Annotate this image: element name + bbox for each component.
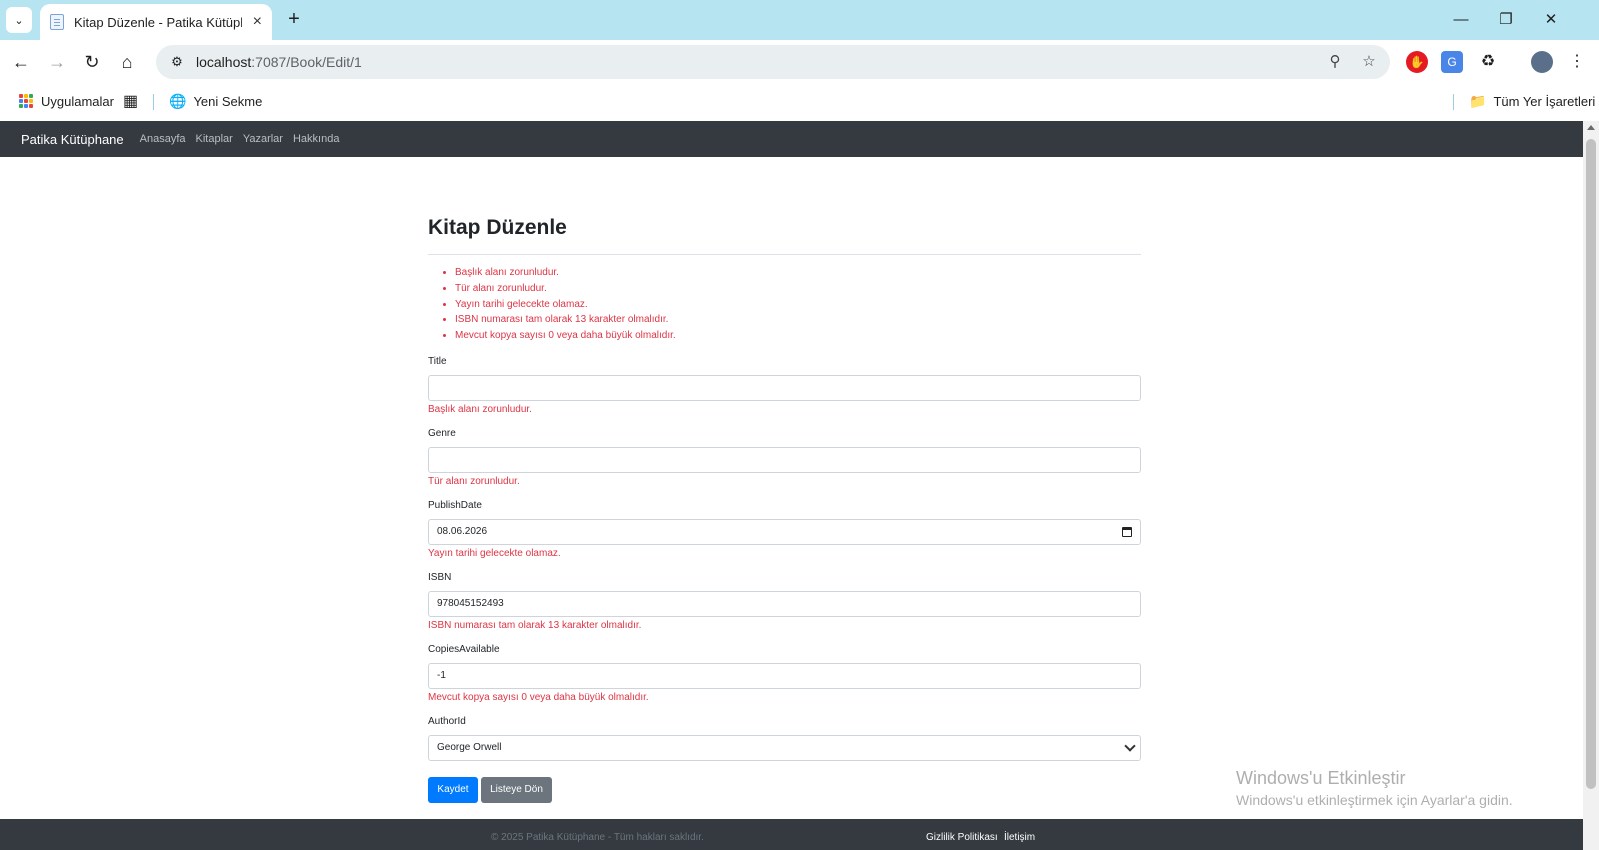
restore-icon[interactable]: ❐: [1491, 8, 1521, 32]
bookmark-new-tab-label: Yeni Sekme: [193, 93, 263, 109]
all-bookmarks-label: Tüm Yer İşaretleri: [1493, 93, 1596, 109]
footer-privacy-link[interactable]: Gizlilik Politikası: [926, 832, 998, 843]
footer-copyright: © 2025 Patika Kütüphane - Tüm hakları sa…: [491, 832, 704, 843]
author-label: AuthorId: [428, 715, 466, 727]
all-bookmarks[interactable]: 📁 Tüm Yer İşaretleri: [1469, 91, 1595, 111]
summary-error: Mevcut kopya sayısı 0 veya daha büyük ol…: [455, 328, 1141, 344]
bookmarks-bar: Uygulamalar ▦ 🌐 Yeni Sekme 📁 Tüm Yer İşa…: [0, 84, 1599, 118]
edit-book-form: Kitap Düzenle Başlık alanı zorunludur. T…: [428, 216, 1141, 803]
bookmark-apps[interactable]: Uygulamalar: [19, 91, 114, 111]
tab-groups-icon[interactable]: ▦: [123, 91, 138, 111]
tab-bar: ⌄ Kitap Düzenle - Patika Kütüphane × + —…: [0, 0, 1599, 40]
summary-error: Başlık alanı zorunludur.: [455, 265, 1141, 281]
extensions-icon[interactable]: ♻: [1477, 51, 1499, 73]
genre-error: Tür alanı zorunludur.: [428, 475, 520, 487]
publish-date-input[interactable]: 08.06.2026: [428, 518, 1141, 545]
tab-title: Kitap Düzenle - Patika Kütüphane: [74, 14, 242, 30]
minimize-icon[interactable]: —: [1446, 8, 1476, 32]
page-viewport: Patika Kütüphane Anasayfa Kitaplar Yazar…: [0, 121, 1583, 850]
bookmark-divider: [1453, 94, 1454, 110]
translate-extension-icon[interactable]: G: [1441, 51, 1463, 73]
bookmark-divider: [153, 94, 154, 110]
validation-summary: Başlık alanı zorunludur. Tür alanı zorun…: [428, 265, 1141, 344]
scroll-up-arrow-icon[interactable]: [1587, 125, 1595, 130]
chevron-down-icon: [1124, 740, 1136, 752]
calendar-icon[interactable]: [1122, 526, 1132, 537]
bookmark-apps-label: Uygulamalar: [41, 93, 114, 109]
divider: [428, 254, 1141, 255]
address-bar[interactable]: ⚙ localhost:7087/Book/Edit/1 ⚲ ☆: [156, 45, 1390, 79]
zoom-icon[interactable]: ⚲: [1324, 51, 1346, 73]
summary-error: ISBN numarası tam olarak 13 karakter olm…: [455, 312, 1141, 328]
isbn-error: ISBN numarası tam olarak 13 karakter olm…: [428, 619, 642, 631]
new-tab-button[interactable]: +: [282, 8, 306, 32]
tab-search-button[interactable]: ⌄: [6, 7, 32, 33]
publish-date-error: Yayın tarihi gelecekte olamaz.: [428, 547, 561, 559]
star-icon[interactable]: ☆: [1358, 51, 1380, 73]
footer-contact-link[interactable]: İletişim: [1004, 832, 1035, 843]
author-select[interactable]: George Orwell: [428, 734, 1141, 761]
nav-link-about[interactable]: Hakkında: [293, 133, 339, 145]
form-actions: Kaydet Listeye Dön: [428, 776, 1141, 803]
profile-avatar[interactable]: [1531, 51, 1553, 73]
isbn-label: ISBN: [428, 571, 452, 583]
forward-arrow-icon[interactable]: →: [45, 50, 69, 74]
title-input[interactable]: [428, 374, 1141, 401]
url-text[interactable]: localhost:7087/Book/Edit/1: [196, 54, 362, 70]
home-icon[interactable]: ⌂: [115, 50, 139, 74]
title-label: Title: [428, 355, 447, 367]
apps-grid-icon: [19, 94, 33, 108]
windows-activation-watermark: Windows'u Etkinleştir Windows'u etkinleş…: [1236, 768, 1513, 808]
folder-icon: 📁: [1469, 92, 1487, 109]
chevron-down-icon: ⌄: [14, 14, 24, 27]
isbn-input[interactable]: 978045152493: [428, 590, 1141, 617]
title-error: Başlık alanı zorunludur.: [428, 403, 532, 415]
adblock-extension-icon[interactable]: ✋: [1406, 51, 1428, 73]
navbar-brand[interactable]: Patika Kütüphane: [21, 132, 124, 147]
close-icon[interactable]: ×: [253, 13, 262, 31]
copies-error: Mevcut kopya sayısı 0 veya daha büyük ol…: [428, 691, 649, 703]
publish-date-label: PublishDate: [428, 499, 482, 511]
page-title: Kitap Düzenle: [428, 216, 567, 239]
watermark-subtitle: Windows'u etkinleştirmek için Ayarlar'a …: [1236, 792, 1513, 808]
author-selected-value: George Orwell: [437, 742, 502, 754]
scrollbar-thumb[interactable]: [1586, 139, 1596, 789]
site-info-icon[interactable]: ⚙: [166, 51, 188, 73]
menu-dots-icon[interactable]: ⋮: [1566, 51, 1588, 73]
summary-error: Yayın tarihi gelecekte olamaz.: [455, 297, 1141, 313]
nav-link-authors[interactable]: Yazarlar: [243, 133, 283, 145]
publish-date-value: 08.06.2026: [437, 526, 488, 538]
browser-toolbar: ← → ↻ ⌂ ⚙ localhost:7087/Book/Edit/1 ⚲ ☆…: [0, 40, 1599, 84]
globe-icon: 🌐: [169, 92, 187, 109]
copies-input[interactable]: -1: [428, 662, 1141, 689]
back-to-list-button[interactable]: Listeye Dön: [481, 776, 552, 803]
summary-error: Tür alanı zorunludur.: [455, 281, 1141, 297]
genre-label: Genre: [428, 427, 456, 439]
nav-link-books[interactable]: Kitaplar: [196, 133, 233, 145]
copies-label: CopiesAvailable: [428, 643, 500, 655]
nav-link-home[interactable]: Anasayfa: [140, 133, 186, 145]
watermark-title: Windows'u Etkinleştir: [1236, 768, 1406, 788]
genre-input[interactable]: [428, 446, 1141, 473]
save-button[interactable]: Kaydet: [428, 776, 478, 803]
page-scrollbar[interactable]: [1583, 121, 1599, 850]
site-navbar: Patika Kütüphane Anasayfa Kitaplar Yazar…: [0, 121, 1583, 157]
window-close-icon[interactable]: ✕: [1536, 8, 1566, 32]
site-footer: © 2025 Patika Kütüphane - Tüm hakları sa…: [0, 819, 1583, 850]
bookmark-new-tab[interactable]: 🌐 Yeni Sekme: [169, 91, 262, 111]
page-favicon-icon: [50, 14, 64, 30]
back-arrow-icon[interactable]: ←: [9, 50, 33, 74]
reload-icon[interactable]: ↻: [80, 50, 104, 74]
active-tab[interactable]: Kitap Düzenle - Patika Kütüphane ×: [40, 4, 272, 40]
